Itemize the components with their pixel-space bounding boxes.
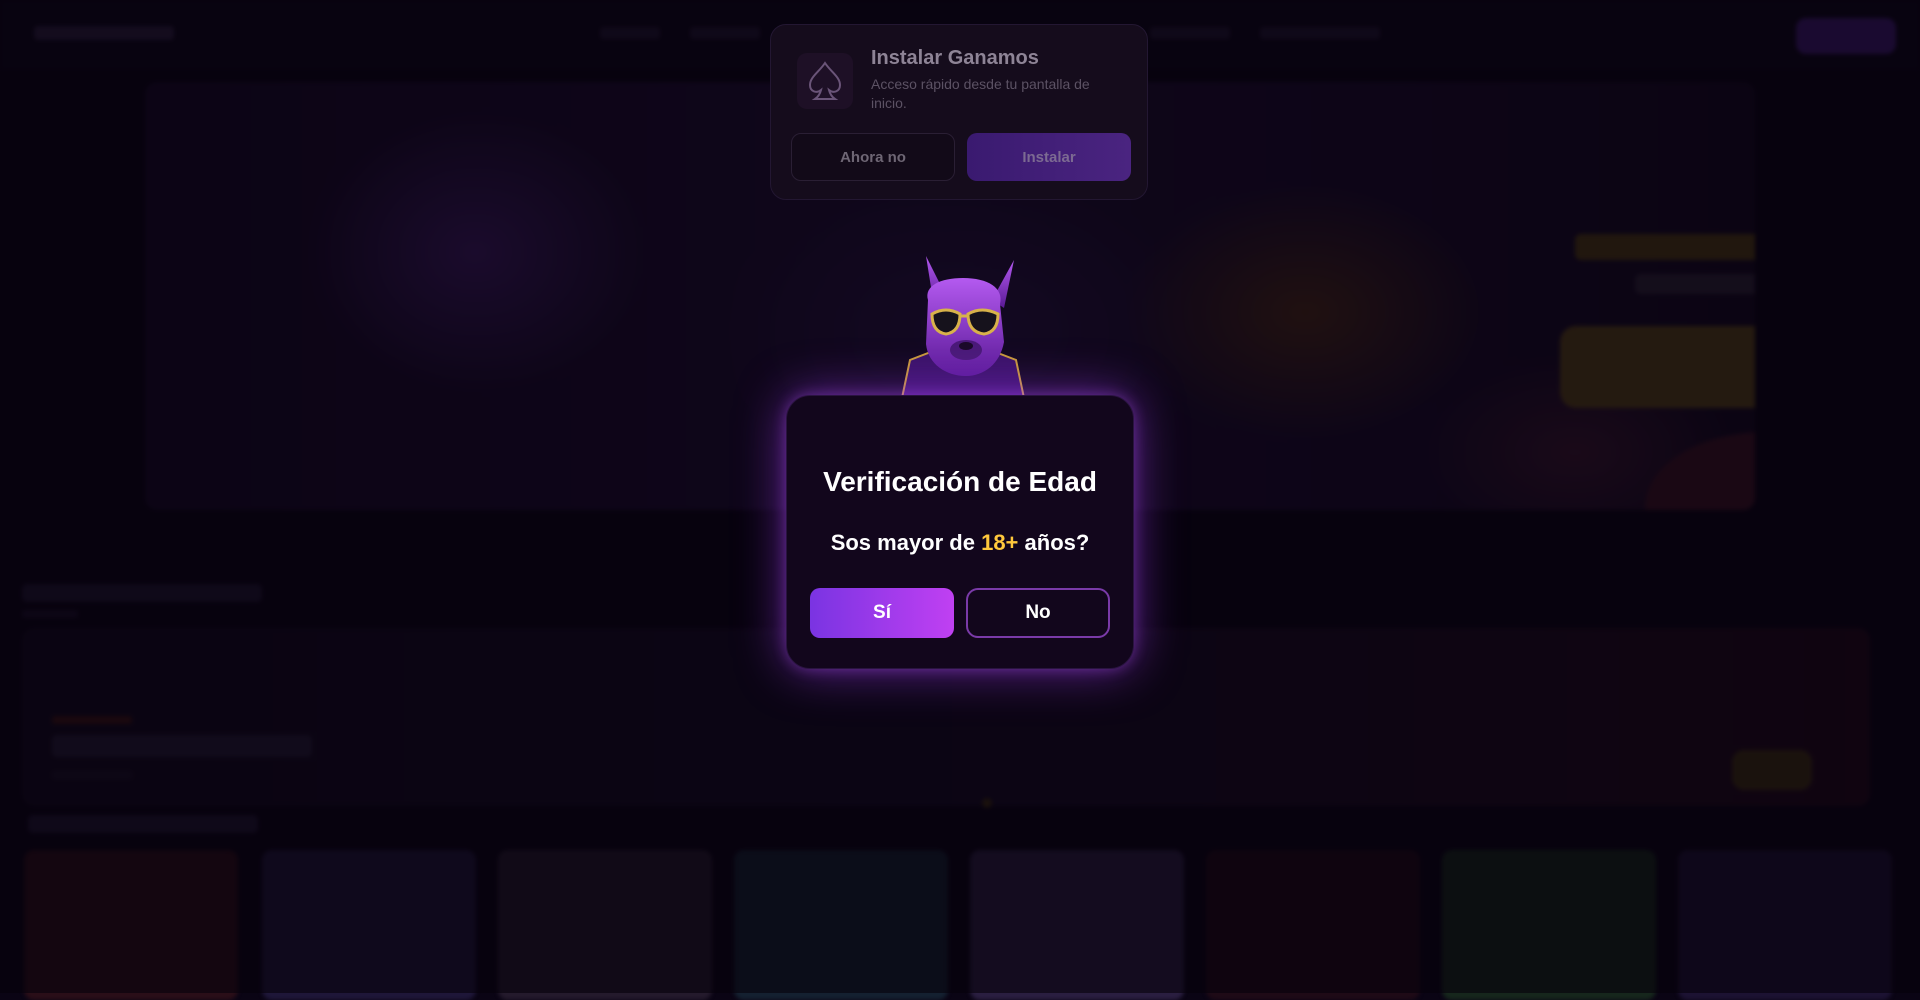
age-highlight: 18+ xyxy=(981,530,1019,555)
install-prompt: Instalar Ganamos Acceso rápido desde tu … xyxy=(770,24,1148,200)
age-question: Sos mayor de 18+ años? xyxy=(787,530,1133,556)
no-button[interactable]: No xyxy=(966,588,1110,638)
not-now-button[interactable]: Ahora no xyxy=(791,133,955,181)
install-button[interactable]: Instalar xyxy=(967,133,1131,181)
install-description: Acceso rápido desde tu pantalla de inici… xyxy=(871,76,1090,111)
install-title: Instalar Ganamos xyxy=(871,47,1039,69)
spade-icon xyxy=(797,53,853,109)
dog-mascot-icon xyxy=(900,256,1026,398)
modal-title: Verificación de Edad xyxy=(823,466,1097,497)
age-verification-modal: Verificación de Edad Sos mayor de 18+ añ… xyxy=(786,395,1134,669)
age-question-suffix: años? xyxy=(1018,530,1090,555)
yes-button[interactable]: Sí xyxy=(810,588,954,638)
age-question-prefix: Sos mayor de xyxy=(830,530,982,555)
